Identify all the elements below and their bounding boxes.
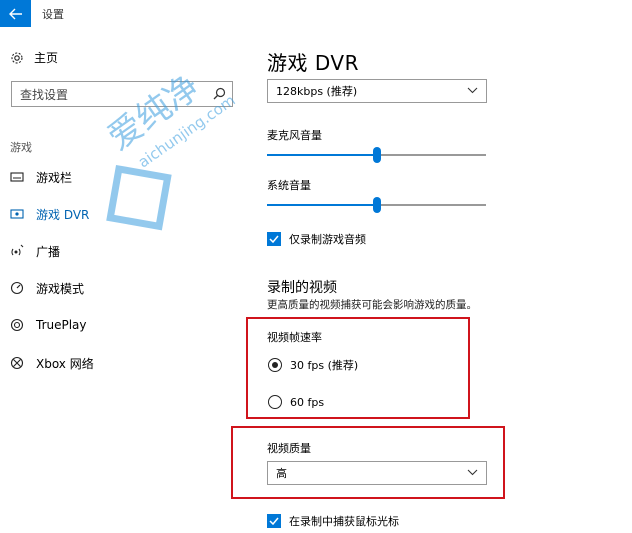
sidebar-item-label: Xbox 网络	[36, 356, 94, 371]
back-button[interactable]	[0, 0, 31, 27]
trueplay-icon	[10, 318, 24, 332]
audio-bitrate-value: 128kbps (推荐)	[276, 85, 358, 98]
sidebar-item-broadcast[interactable]: 广播	[10, 241, 60, 261]
gear-icon	[11, 51, 23, 64]
sidebar-item-xbox-network[interactable]: Xbox 网络	[10, 353, 94, 373]
slider-fill	[267, 154, 377, 156]
page-title: 游戏 DVR	[267, 51, 359, 75]
record-game-audio-only-label: 仅录制游戏音频	[289, 233, 366, 246]
mic-volume-slider[interactable]	[267, 147, 486, 163]
sidebar-item-label: 广播	[36, 244, 61, 259]
system-volume-label: 系统音量	[267, 179, 311, 192]
dvr-icon	[10, 209, 24, 219]
mic-volume-label: 麦克风音量	[267, 129, 322, 142]
sidebar-item-game-dvr[interactable]: 游戏 DVR	[10, 204, 89, 224]
sidebar-item-trueplay[interactable]: TruePlay	[10, 315, 87, 335]
slider-track	[377, 204, 486, 206]
slider-thumb[interactable]	[373, 147, 381, 163]
chevron-down-icon	[467, 87, 478, 94]
capture-cursor-label: 在录制中捕获鼠标光标	[289, 515, 399, 528]
sidebar-item-game-bar[interactable]: 游戏栏	[10, 167, 72, 187]
sidebar-item-label: TruePlay	[36, 318, 87, 332]
sidebar-item-label: 游戏 DVR	[36, 207, 90, 222]
title-bar: 设置	[0, 0, 632, 27]
slider-thumb[interactable]	[373, 197, 381, 213]
slider-track	[377, 154, 486, 156]
back-arrow-icon	[8, 8, 22, 19]
system-volume-slider[interactable]	[267, 197, 486, 213]
sidebar: 主页 游戏 游戏栏 游戏 DVR 广播	[0, 27, 245, 533]
checkmark-icon	[269, 235, 279, 243]
sidebar-item-label: 游戏模式	[36, 281, 85, 296]
search-input[interactable]	[18, 83, 212, 107]
slider-fill	[267, 204, 377, 206]
highlight-box-video-quality	[231, 426, 505, 499]
audio-bitrate-dropdown[interactable]: 128kbps (推荐)	[267, 79, 487, 103]
nav-home-label: 主页	[34, 51, 59, 65]
window-title: 设置	[42, 8, 64, 21]
game-bar-icon	[10, 172, 24, 182]
broadcast-icon	[11, 244, 24, 256]
record-game-audio-only-checkbox[interactable]: 仅录制游戏音频	[267, 231, 366, 247]
highlight-box-frame-rate	[246, 317, 470, 419]
recorded-video-title: 录制的视频	[267, 280, 337, 296]
game-mode-icon	[10, 281, 24, 295]
checkmark-icon	[269, 517, 279, 525]
section-label-games: 游戏	[10, 141, 32, 154]
recorded-video-desc: 更高质量的视频捕获可能会影响游戏的质量。	[267, 299, 477, 311]
sidebar-item-game-mode[interactable]: 游戏模式	[10, 278, 84, 298]
nav-home[interactable]: 主页	[10, 49, 58, 66]
checkbox-checked[interactable]	[267, 232, 281, 246]
capture-cursor-checkbox[interactable]: 在录制中捕获鼠标光标	[267, 513, 399, 529]
search-icon[interactable]	[213, 87, 226, 100]
search-box[interactable]	[11, 81, 233, 107]
sidebar-item-label: 游戏栏	[36, 170, 73, 185]
xbox-icon	[10, 356, 24, 370]
checkbox-checked[interactable]	[267, 514, 281, 528]
